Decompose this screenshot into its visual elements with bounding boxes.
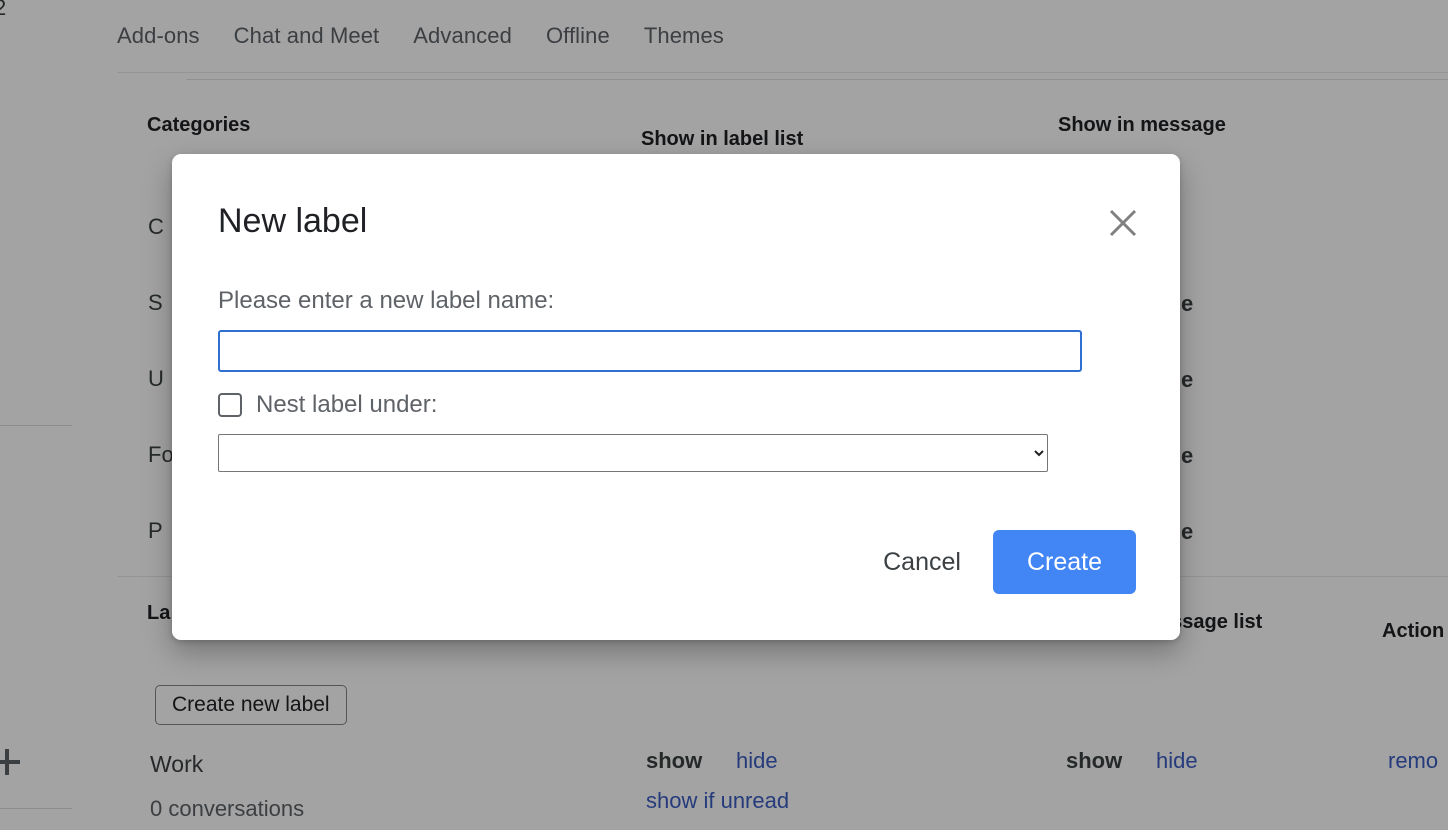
dialog-actions: Cancel Create bbox=[861, 530, 1136, 594]
nest-label-checkbox[interactable] bbox=[218, 393, 242, 417]
dialog-title: New label bbox=[218, 200, 367, 242]
close-icon[interactable] bbox=[1102, 202, 1144, 244]
label-name-prompt: Please enter a new label name: bbox=[218, 286, 554, 316]
nest-label-row: Nest label under: bbox=[218, 390, 437, 420]
nest-parent-select[interactable] bbox=[218, 434, 1048, 472]
nest-label-checkbox-label[interactable]: Nest label under: bbox=[256, 390, 437, 420]
cancel-button[interactable]: Cancel bbox=[861, 533, 983, 591]
create-button[interactable]: Create bbox=[993, 530, 1136, 594]
new-label-dialog: New label Please enter a new label name:… bbox=[172, 154, 1180, 640]
label-name-input[interactable] bbox=[218, 330, 1082, 372]
